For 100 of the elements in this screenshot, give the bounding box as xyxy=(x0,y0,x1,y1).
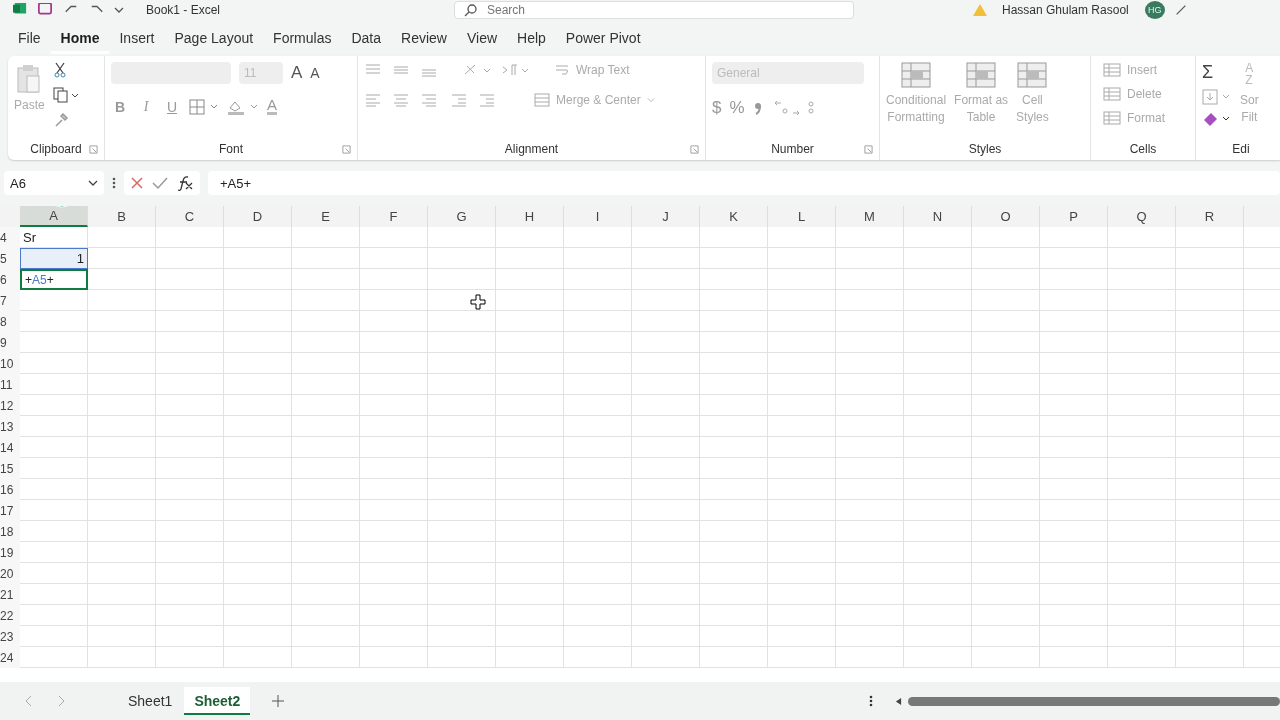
more-icon[interactable] xyxy=(869,694,873,708)
column-header[interactable]: I xyxy=(564,206,632,227)
column-header[interactable]: H xyxy=(496,206,564,227)
row-header[interactable]: 5 xyxy=(0,248,20,269)
group-label: Font xyxy=(219,142,243,156)
name-box[interactable]: A6 xyxy=(4,171,104,195)
ribbon-tab[interactable]: File xyxy=(8,22,51,54)
delete-cells-icon xyxy=(1103,86,1121,102)
group-label: Edi xyxy=(1232,142,1250,156)
sheet-tab[interactable]: Sheet1 xyxy=(118,687,183,715)
row-header[interactable]: 19 xyxy=(0,542,20,563)
function-icon[interactable] xyxy=(176,175,194,191)
dialog-launcher-icon[interactable] xyxy=(690,145,699,154)
column-header[interactable]: A xyxy=(20,206,88,227)
column-header[interactable]: Q xyxy=(1108,206,1176,227)
column-header[interactable]: D xyxy=(224,206,292,227)
ribbon-tab[interactable]: Formulas xyxy=(263,22,342,54)
sheet-tab[interactable]: Sheet2 xyxy=(184,687,251,715)
dialog-launcher-icon[interactable] xyxy=(342,145,351,154)
borders-icon[interactable] xyxy=(189,98,219,115)
avatar[interactable]: HG xyxy=(1144,1,1165,19)
row-header[interactable]: 10 xyxy=(0,353,20,374)
clipboard-icon[interactable] xyxy=(17,64,42,94)
row-header[interactable]: 4 xyxy=(0,227,20,248)
add-sheet-icon[interactable] xyxy=(272,695,285,707)
ribbon-tab[interactable]: Help xyxy=(507,22,556,54)
row-header[interactable]: 18 xyxy=(0,521,20,542)
user-name[interactable]: Hassan Ghulam Rasool xyxy=(1002,3,1129,17)
column-header[interactable]: N xyxy=(904,206,972,227)
row-header[interactable]: 8 xyxy=(0,311,20,332)
group-label: Cells xyxy=(1129,142,1157,156)
row-header[interactable]: 13 xyxy=(0,416,20,437)
eraser-icon[interactable] xyxy=(1202,111,1232,127)
column-header[interactable]: J xyxy=(632,206,700,227)
table-icon[interactable] xyxy=(966,62,997,88)
dialog-launcher-icon[interactable] xyxy=(89,145,98,154)
ribbon-tab[interactable]: Page Layout xyxy=(164,22,264,54)
scissors-icon[interactable] xyxy=(52,62,67,78)
window-title: Book1 - Excel xyxy=(146,3,222,17)
row-header[interactable]: 24 xyxy=(0,647,20,668)
row-header[interactable]: 9 xyxy=(0,332,20,353)
column-header[interactable]: F xyxy=(360,206,428,227)
shrink-font-button[interactable]: A xyxy=(310,65,320,81)
column-header[interactable]: E xyxy=(292,206,360,227)
grow-font-button[interactable]: A xyxy=(291,63,303,83)
next-sheet-icon[interactable] xyxy=(56,695,66,707)
column-header[interactable]: C xyxy=(156,206,224,227)
row-header[interactable]: 22 xyxy=(0,605,20,626)
row-header[interactable]: 14 xyxy=(0,437,20,458)
formula-field[interactable]: +A5+ xyxy=(208,171,1280,195)
cursor-icon xyxy=(470,294,486,310)
cell-styles-icon[interactable] xyxy=(1017,62,1048,88)
ribbon-tab[interactable]: Home xyxy=(50,22,110,54)
excel-icon[interactable] xyxy=(12,3,28,17)
row-header[interactable]: 21 xyxy=(0,584,20,605)
row-header[interactable]: 23 xyxy=(0,626,20,647)
horizontal-scrollbar[interactable] xyxy=(895,694,1280,708)
ribbon-tab[interactable]: Insert xyxy=(109,22,165,54)
ribbon-tab[interactable]: Data xyxy=(341,22,392,54)
check-icon[interactable] xyxy=(152,176,168,190)
column-header[interactable]: M xyxy=(836,206,904,227)
caret-icon xyxy=(88,178,98,188)
conditional-formatting-icon[interactable] xyxy=(901,62,931,88)
column-header[interactable]: R xyxy=(1176,206,1244,227)
column-header[interactable]: B xyxy=(88,206,156,227)
more-icon[interactable] xyxy=(112,176,116,190)
scroll-left-icon[interactable] xyxy=(895,696,902,706)
column-header[interactable]: O xyxy=(972,206,1040,227)
fill-down-icon[interactable] xyxy=(1202,89,1232,105)
cancel-icon[interactable] xyxy=(130,176,144,190)
paragraph-icon[interactable] xyxy=(500,62,530,78)
search-field[interactable]: Search xyxy=(454,1,854,19)
editing-cell[interactable]: +A5+ xyxy=(20,269,88,290)
row-header[interactable]: 17 xyxy=(0,500,20,521)
ribbon-tab[interactable]: Power Pivot xyxy=(555,22,651,54)
row-header[interactable]: 15 xyxy=(0,458,20,479)
column-header[interactable]: K xyxy=(700,206,768,227)
ribbon-tab[interactable]: View xyxy=(456,22,508,54)
row-header[interactable]: 20 xyxy=(0,563,20,584)
table-cell-text: Sr xyxy=(22,229,37,247)
column-header[interactable]: L xyxy=(768,206,836,227)
comma-style-icon[interactable] xyxy=(752,100,763,116)
dialog-launcher-icon[interactable] xyxy=(864,145,873,154)
row-header[interactable]: 7 xyxy=(0,290,20,311)
warning-icon[interactable] xyxy=(972,3,988,17)
row-header[interactable]: 12 xyxy=(0,395,20,416)
ribbon-tab[interactable]: Review xyxy=(391,22,457,54)
row-header[interactable]: 6 xyxy=(0,269,20,290)
previous-sheet-icon[interactable] xyxy=(24,695,34,707)
save-icon[interactable] xyxy=(36,3,54,17)
row-header[interactable]: 16 xyxy=(0,479,20,500)
caret-icon[interactable] xyxy=(114,5,124,15)
insert-cells-icon xyxy=(1103,62,1121,78)
autosum-button[interactable]: Σ xyxy=(1202,62,1232,83)
copy-icon[interactable] xyxy=(52,87,79,103)
column-header[interactable]: G xyxy=(428,206,496,227)
group-label: Clipboard xyxy=(30,142,82,156)
table-cell: 1 xyxy=(20,248,88,269)
row-header[interactable]: 11 xyxy=(0,374,20,395)
column-header[interactable]: P xyxy=(1040,206,1108,227)
